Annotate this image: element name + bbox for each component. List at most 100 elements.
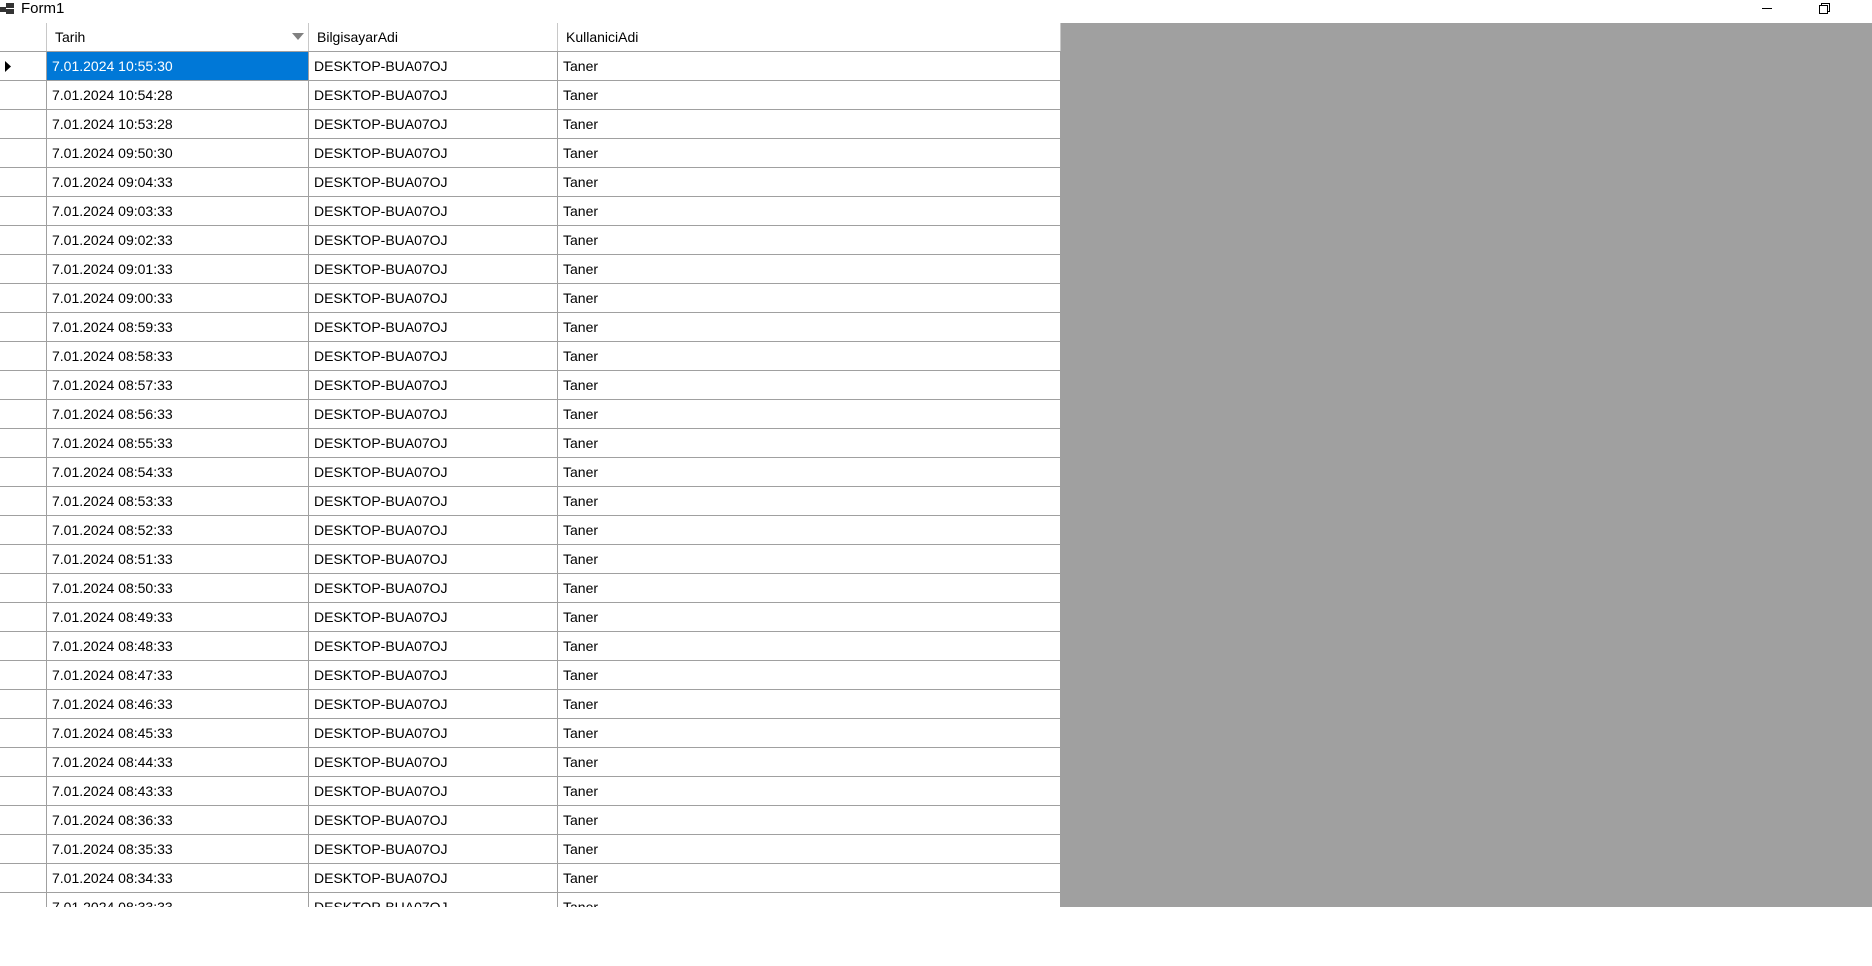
row-header[interactable] [0,458,47,487]
table-row[interactable]: 7.01.2024 08:59:33 DESKTOP-BUA07OJ Taner [0,313,1061,342]
cell-bilgisayaradi[interactable]: DESKTOP-BUA07OJ [309,139,558,168]
row-header[interactable] [0,632,47,661]
cell-tarih[interactable]: 7.01.2024 09:02:33 [47,226,309,255]
row-header[interactable] [0,690,47,719]
table-row[interactable]: 7.01.2024 08:44:33 DESKTOP-BUA07OJ Taner [0,748,1061,777]
table-row[interactable]: 7.01.2024 08:43:33 DESKTOP-BUA07OJ Taner [0,777,1061,806]
row-header[interactable] [0,429,47,458]
cell-kullaniciadi[interactable]: Taner [558,371,1061,400]
table-row[interactable]: 7.01.2024 08:48:33 DESKTOP-BUA07OJ Taner [0,632,1061,661]
cell-bilgisayaradi[interactable]: DESKTOP-BUA07OJ [309,226,558,255]
cell-tarih[interactable]: 7.01.2024 08:49:33 [47,603,309,632]
cell-tarih[interactable]: 7.01.2024 08:58:33 [47,342,309,371]
cell-bilgisayaradi[interactable]: DESKTOP-BUA07OJ [309,893,558,907]
cell-tarih[interactable]: 7.01.2024 08:57:33 [47,371,309,400]
row-header[interactable] [0,835,47,864]
cell-kullaniciadi[interactable]: Taner [558,168,1061,197]
cell-tarih[interactable]: 7.01.2024 08:33:33 [47,893,309,907]
table-row[interactable]: 7.01.2024 09:04:33 DESKTOP-BUA07OJ Taner [0,168,1061,197]
cell-kullaniciadi[interactable]: Taner [558,139,1061,168]
table-row[interactable]: 7.01.2024 08:46:33 DESKTOP-BUA07OJ Taner [0,690,1061,719]
cell-kullaniciadi[interactable]: Taner [558,748,1061,777]
cell-tarih[interactable]: 7.01.2024 08:48:33 [47,632,309,661]
cell-kullaniciadi[interactable]: Taner [558,110,1061,139]
data-grid-view[interactable]: Tarih BilgisayarAdi KullaniciAdi 7.01.20… [0,23,1872,907]
row-header[interactable] [0,574,47,603]
cell-kullaniciadi[interactable]: Taner [558,719,1061,748]
cell-tarih[interactable]: 7.01.2024 09:03:33 [47,197,309,226]
row-header[interactable] [0,168,47,197]
cell-tarih[interactable]: 7.01.2024 08:46:33 [47,690,309,719]
cell-bilgisayaradi[interactable]: DESKTOP-BUA07OJ [309,197,558,226]
row-header[interactable] [0,661,47,690]
cell-tarih[interactable]: 7.01.2024 09:00:33 [47,284,309,313]
row-header[interactable] [0,197,47,226]
cell-bilgisayaradi[interactable]: DESKTOP-BUA07OJ [309,110,558,139]
cell-tarih[interactable]: 7.01.2024 08:54:33 [47,458,309,487]
cell-kullaniciadi[interactable]: Taner [558,835,1061,864]
cell-kullaniciadi[interactable]: Taner [558,806,1061,835]
cell-bilgisayaradi[interactable]: DESKTOP-BUA07OJ [309,835,558,864]
row-header[interactable] [0,81,47,110]
cell-kullaniciadi[interactable]: Taner [558,864,1061,893]
cell-tarih[interactable]: 7.01.2024 08:53:33 [47,487,309,516]
cell-bilgisayaradi[interactable]: DESKTOP-BUA07OJ [309,777,558,806]
cell-bilgisayaradi[interactable]: DESKTOP-BUA07OJ [309,661,558,690]
cell-bilgisayaradi[interactable]: DESKTOP-BUA07OJ [309,632,558,661]
minimize-button[interactable] [1744,0,1790,18]
row-header[interactable] [0,748,47,777]
cell-bilgisayaradi[interactable]: DESKTOP-BUA07OJ [309,690,558,719]
row-header[interactable] [0,777,47,806]
cell-kullaniciadi[interactable]: Taner [558,632,1061,661]
column-header-tarih[interactable]: Tarih [47,23,309,51]
cell-tarih[interactable]: 7.01.2024 08:56:33 [47,400,309,429]
header-row-selector[interactable] [0,23,47,51]
cell-tarih[interactable]: 7.01.2024 08:44:33 [47,748,309,777]
table-row[interactable]: 7.01.2024 08:58:33 DESKTOP-BUA07OJ Taner [0,342,1061,371]
cell-kullaniciadi[interactable]: Taner [558,574,1061,603]
cell-kullaniciadi[interactable]: Taner [558,81,1061,110]
table-row[interactable]: 7.01.2024 08:53:33 DESKTOP-BUA07OJ Taner [0,487,1061,516]
restore-button[interactable] [1800,0,1846,18]
cell-tarih[interactable]: 7.01.2024 09:01:33 [47,255,309,284]
column-header-kullaniciadi[interactable]: KullaniciAdi [558,23,1061,51]
cell-kullaniciadi[interactable]: Taner [558,516,1061,545]
cell-tarih[interactable]: 7.01.2024 08:50:33 [47,574,309,603]
cell-kullaniciadi[interactable]: Taner [558,661,1061,690]
cell-kullaniciadi[interactable]: Taner [558,487,1061,516]
row-header[interactable] [0,52,47,81]
cell-kullaniciadi[interactable]: Taner [558,197,1061,226]
row-header[interactable] [0,719,47,748]
cell-bilgisayaradi[interactable]: DESKTOP-BUA07OJ [309,168,558,197]
cell-tarih[interactable]: 7.01.2024 10:53:28 [47,110,309,139]
cell-tarih[interactable]: 7.01.2024 08:52:33 [47,516,309,545]
cell-bilgisayaradi[interactable]: DESKTOP-BUA07OJ [309,81,558,110]
cell-bilgisayaradi[interactable]: DESKTOP-BUA07OJ [309,487,558,516]
cell-tarih[interactable]: 7.01.2024 08:45:33 [47,719,309,748]
table-row[interactable]: 7.01.2024 08:33:33 DESKTOP-BUA07OJ Taner [0,893,1061,907]
table-row[interactable]: 7.01.2024 09:50:30 DESKTOP-BUA07OJ Taner [0,139,1061,168]
row-header[interactable] [0,284,47,313]
cell-kullaniciadi[interactable]: Taner [558,893,1061,907]
cell-kullaniciadi[interactable]: Taner [558,226,1061,255]
table-row[interactable]: 7.01.2024 08:52:33 DESKTOP-BUA07OJ Taner [0,516,1061,545]
cell-bilgisayaradi[interactable]: DESKTOP-BUA07OJ [309,52,558,81]
cell-kullaniciadi[interactable]: Taner [558,284,1061,313]
row-header[interactable] [0,603,47,632]
row-header[interactable] [0,516,47,545]
cell-kullaniciadi[interactable]: Taner [558,690,1061,719]
cell-bilgisayaradi[interactable]: DESKTOP-BUA07OJ [309,545,558,574]
cell-bilgisayaradi[interactable]: DESKTOP-BUA07OJ [309,371,558,400]
table-row[interactable]: 7.01.2024 08:45:33 DESKTOP-BUA07OJ Taner [0,719,1061,748]
cell-tarih[interactable]: 7.01.2024 08:36:33 [47,806,309,835]
table-row[interactable]: 7.01.2024 08:34:33 DESKTOP-BUA07OJ Taner [0,864,1061,893]
cell-kullaniciadi[interactable]: Taner [558,400,1061,429]
cell-bilgisayaradi[interactable]: DESKTOP-BUA07OJ [309,603,558,632]
cell-kullaniciadi[interactable]: Taner [558,777,1061,806]
row-header[interactable] [0,342,47,371]
row-header[interactable] [0,110,47,139]
table-row[interactable]: 7.01.2024 08:35:33 DESKTOP-BUA07OJ Taner [0,835,1061,864]
cell-tarih[interactable]: 7.01.2024 09:50:30 [47,139,309,168]
row-header[interactable] [0,255,47,284]
cell-bilgisayaradi[interactable]: DESKTOP-BUA07OJ [309,719,558,748]
